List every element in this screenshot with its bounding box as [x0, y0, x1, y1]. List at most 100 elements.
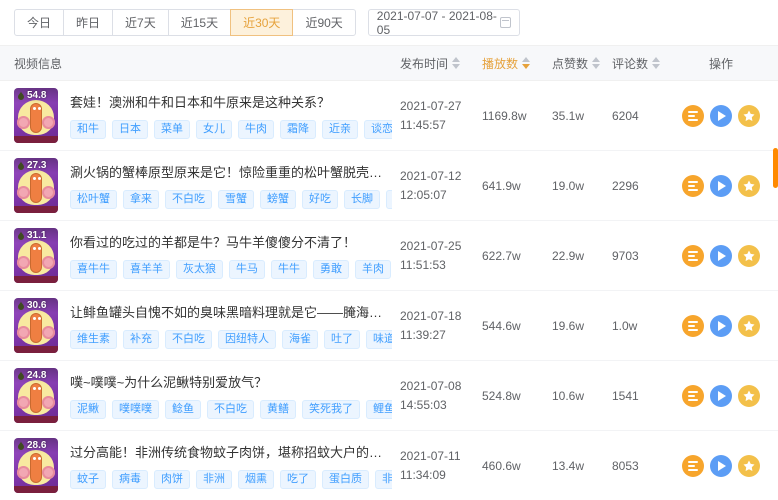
video-thumbnail[interactable]: 31.1: [14, 228, 58, 283]
table-row: 54.8 套娃！澳洲和牛和日本和牛原来是这种关系？ 和牛日本菜单女儿牛肉霜降近亲…: [0, 81, 778, 151]
date-range-picker[interactable]: 2021-07-07 - 2021-08-05: [368, 9, 520, 36]
play-icon: [718, 391, 726, 401]
video-thumbnail[interactable]: 27.3: [14, 158, 58, 213]
star-icon: [743, 320, 755, 332]
list-lines-icon: [688, 461, 698, 471]
range-button[interactable]: 昨日: [63, 9, 113, 36]
video-title[interactable]: 让鲱鱼罐头自愧不如的臭味黑暗料理就是它——腌海雀！: [70, 302, 392, 321]
video-title[interactable]: 过分高能！非洲传统食物蚊子肉饼，堪称招蚊大户的翻身菜！: [70, 442, 392, 461]
heat-value: 54.8: [27, 90, 46, 101]
play-button[interactable]: [710, 175, 732, 197]
video-info-cell: 让鲱鱼罐头自愧不如的臭味黑暗料理就是它——腌海雀！ 维生素补充不白吃因纽特人海雀…: [70, 302, 392, 349]
stats-button[interactable]: [682, 385, 704, 407]
comments-cell: 2296: [612, 179, 678, 193]
video-thumbnail[interactable]: 30.6: [14, 298, 58, 353]
sort-carets-icon[interactable]: [592, 57, 600, 69]
table-row: 31.1 你看过的吃过的羊都是牛？马牛羊傻傻分不清了！ 喜牛牛喜羊羊灰太狼牛马牛…: [0, 221, 778, 291]
favorite-button[interactable]: [738, 315, 760, 337]
sort-carets-icon[interactable]: [452, 57, 460, 69]
video-title[interactable]: 涮火锅的蟹棒原型原来是它！惊险重重的松叶蟹脱壳之旅~: [70, 162, 392, 181]
star-icon: [743, 460, 755, 472]
video-tag: 补充: [123, 330, 159, 349]
list-lines-icon: [688, 251, 698, 261]
stats-button[interactable]: [682, 105, 704, 127]
video-title[interactable]: 套娃！澳洲和牛和日本和牛原来是这种关系？: [70, 92, 392, 111]
play-button[interactable]: [710, 385, 732, 407]
play-icon: [718, 461, 726, 471]
publish-clock: 11:45:57: [400, 116, 482, 135]
table-row: 28.6 过分高能！非洲传统食物蚊子肉饼，堪称招蚊大户的翻身菜！ 蚊子病毒肉饼非…: [0, 431, 778, 500]
video-title[interactable]: 噗~噗噗~为什么泥鳅特别爱放气？: [70, 372, 392, 391]
play-button[interactable]: [710, 315, 732, 337]
video-tag: 日本: [386, 190, 392, 209]
scrollbar-thumb[interactable]: [773, 148, 778, 188]
table-row: 24.8 噗~噗噗~为什么泥鳅特别爱放气？ 泥鳅噗噗噗鲶鱼不白吃黄鳝笑死我了鲤鱼…: [0, 361, 778, 431]
header-comments[interactable]: 评论数: [612, 55, 678, 72]
stats-button[interactable]: [682, 245, 704, 267]
video-thumbnail[interactable]: 54.8: [14, 88, 58, 143]
actions-cell: [678, 315, 764, 337]
favorite-button[interactable]: [738, 455, 760, 477]
plays-cell: 622.7w: [482, 249, 552, 263]
range-button[interactable]: 近7天: [112, 9, 169, 36]
heat-value: 31.1: [27, 230, 46, 241]
favorite-button[interactable]: [738, 245, 760, 267]
publish-date: 2021-07-27: [400, 97, 482, 116]
header-actions: 操作: [678, 55, 764, 72]
video-tag: 日本: [112, 120, 148, 139]
heat-value: 28.6: [27, 440, 46, 451]
tag-list: 喜牛牛喜羊羊灰太狼牛马牛牛勇敢羊肉牛羊: [70, 260, 392, 279]
flame-icon: [17, 371, 25, 381]
heat-value: 24.8: [27, 370, 46, 381]
range-button[interactable]: 近90天: [292, 9, 355, 36]
flame-icon: [17, 91, 25, 101]
sort-carets-icon[interactable]: [652, 57, 660, 69]
play-button[interactable]: [710, 105, 732, 127]
play-icon: [718, 321, 726, 331]
favorite-button[interactable]: [738, 105, 760, 127]
video-tag: 维生素: [70, 330, 117, 349]
sort-carets-icon[interactable]: [522, 57, 530, 69]
publish-date: 2021-07-08: [400, 377, 482, 396]
header-publish-time[interactable]: 发布时间: [400, 55, 482, 72]
stats-button[interactable]: [682, 175, 704, 197]
video-title[interactable]: 你看过的吃过的羊都是牛？马牛羊傻傻分不清了！: [70, 232, 392, 251]
video-tag: 牛马: [229, 260, 265, 279]
video-thumbnail[interactable]: 28.6: [14, 438, 58, 493]
plays-cell: 1169.8w: [482, 109, 552, 123]
play-button[interactable]: [710, 455, 732, 477]
play-icon: [718, 111, 726, 121]
range-button[interactable]: 近30天: [230, 9, 293, 36]
header-likes[interactable]: 点赞数: [552, 55, 612, 72]
video-tag: 海雀: [282, 330, 318, 349]
video-tag: 谈恋爱: [364, 120, 392, 139]
play-button[interactable]: [710, 245, 732, 267]
favorite-button[interactable]: [738, 385, 760, 407]
range-button[interactable]: 今日: [14, 9, 64, 36]
video-tag: 烟熏: [238, 470, 274, 489]
video-tag: 不白吃: [165, 330, 212, 349]
publish-date: 2021-07-11: [400, 447, 482, 466]
star-icon: [743, 250, 755, 262]
stats-button[interactable]: [682, 455, 704, 477]
video-tag: 因纽特人: [218, 330, 276, 349]
video-tag: 非洲人: [375, 470, 392, 489]
video-thumbnail[interactable]: 24.8: [14, 368, 58, 423]
plays-cell: 524.8w: [482, 389, 552, 403]
tag-list: 维生素补充不白吃因纽特人海雀吐了味道吃饭: [70, 330, 392, 349]
comments-cell: 8053: [612, 459, 678, 473]
video-tag: 松叶蟹: [70, 190, 117, 209]
header-plays[interactable]: 播放数: [482, 55, 552, 72]
heat-badge: 31.1: [14, 228, 58, 243]
heat-badge: 27.3: [14, 158, 58, 173]
video-info-cell: 套娃！澳洲和牛和日本和牛原来是这种关系？ 和牛日本菜单女儿牛肉霜降近亲谈恋爱近亲…: [70, 92, 392, 139]
stats-button[interactable]: [682, 315, 704, 337]
video-tag: 吐了: [324, 330, 360, 349]
range-button[interactable]: 近15天: [168, 9, 231, 36]
video-tag: 鲶鱼: [165, 400, 201, 419]
video-tag: 羊肉: [355, 260, 391, 279]
star-icon: [743, 180, 755, 192]
date-range-group: 今日昨日近7天近15天近30天近90天: [14, 9, 356, 36]
favorite-button[interactable]: [738, 175, 760, 197]
video-tag: 拿来: [123, 190, 159, 209]
